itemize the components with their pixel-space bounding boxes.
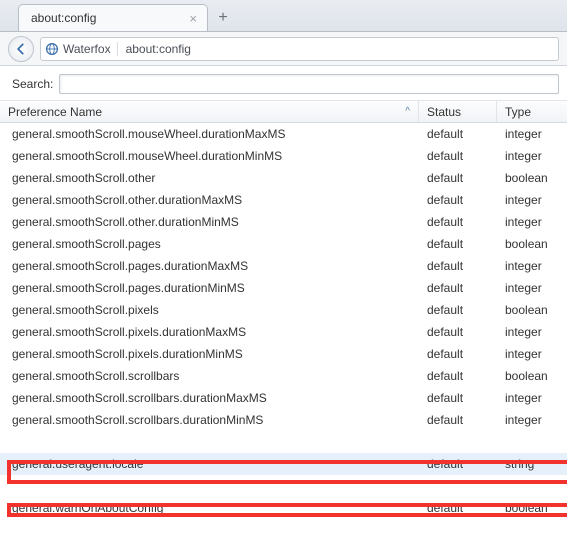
- table-row[interactable]: general.smoothScroll.pixelsdefaultboolea…: [0, 299, 567, 321]
- pref-type: integer: [497, 347, 567, 361]
- table-row[interactable]: general.smoothScroll.otherdefaultboolean: [0, 167, 567, 189]
- pref-name: general.smoothScroll.other.durationMaxMS: [0, 193, 419, 207]
- pref-type: integer: [497, 391, 567, 405]
- pref-name: general.smoothScroll.mouseWheel.duration…: [0, 127, 419, 141]
- pref-name: general.smoothScroll.pixels: [0, 303, 419, 317]
- pref-table: Preference Name ^ Status Type general.sm…: [0, 101, 567, 519]
- table-row[interactable]: general.smoothScroll.scrollbarsdefaultbo…: [0, 365, 567, 387]
- close-icon[interactable]: ×: [189, 12, 197, 25]
- table-row[interactable]: general.smoothScroll.pages.durationMinMS…: [0, 277, 567, 299]
- pref-status: default: [419, 347, 497, 361]
- sort-asc-icon: ^: [405, 106, 410, 117]
- site-identity[interactable]: Waterfox: [45, 42, 118, 56]
- pref-name: general.smoothScroll.pixels.durationMinM…: [0, 347, 419, 361]
- pref-type: boolean: [497, 303, 567, 317]
- pref-type: integer: [497, 281, 567, 295]
- pref-status: default: [419, 369, 497, 383]
- search-row: Search:: [0, 66, 567, 101]
- pref-status: default: [419, 127, 497, 141]
- pref-name: general.smoothScroll.mouseWheel.duration…: [0, 149, 419, 163]
- pref-status: default: [419, 501, 497, 515]
- url-text: about:config: [122, 42, 191, 56]
- pref-status: default: [419, 193, 497, 207]
- new-tab-button[interactable]: +: [210, 7, 236, 29]
- nav-bar: Waterfox about:config: [0, 32, 567, 66]
- table-row[interactable]: general.warnOnAboutConfigdefaultboolean: [0, 497, 567, 519]
- pref-type: integer: [497, 325, 567, 339]
- table-row[interactable]: general.smoothScroll.other.durationMinMS…: [0, 211, 567, 233]
- col-header-type[interactable]: Type: [497, 101, 567, 122]
- col-header-name[interactable]: Preference Name ^: [0, 101, 419, 122]
- table-row[interactable]: general.smoothScroll.scrollbars.duration…: [0, 387, 567, 409]
- pref-status: default: [419, 259, 497, 273]
- back-arrow-icon: [14, 42, 28, 56]
- pref-status: default: [419, 171, 497, 185]
- pref-status: default: [419, 215, 497, 229]
- table-row[interactable]: general.smoothScroll.pixels.durationMaxM…: [0, 321, 567, 343]
- pref-name: general.smoothScroll.scrollbars.duration…: [0, 391, 419, 405]
- pref-name: general.smoothScroll.other: [0, 171, 419, 185]
- globe-icon: [45, 42, 59, 56]
- pref-status: default: [419, 237, 497, 251]
- pref-name: general.warnOnAboutConfig: [0, 501, 419, 515]
- pref-type: boolean: [497, 171, 567, 185]
- table-row[interactable]: general.smoothScroll.pagesdefaultboolean: [0, 233, 567, 255]
- pref-name: general.useragent.locale: [0, 457, 419, 471]
- pref-status: default: [419, 325, 497, 339]
- pref-name: general.smoothScroll.other.durationMinMS: [0, 215, 419, 229]
- pref-type: string: [497, 457, 567, 471]
- table-row[interactable]: [0, 431, 567, 453]
- pref-status: default: [419, 413, 497, 427]
- table-row[interactable]: general.smoothScroll.other.durationMaxMS…: [0, 189, 567, 211]
- pref-type: boolean: [497, 237, 567, 251]
- table-row[interactable]: general.smoothScroll.mouseWheel.duration…: [0, 123, 567, 145]
- table-row[interactable]: general.smoothScroll.mouseWheel.duration…: [0, 145, 567, 167]
- back-button[interactable]: [8, 36, 34, 62]
- table-row[interactable]: general.smoothScroll.scrollbars.duration…: [0, 409, 567, 431]
- pref-name: general.smoothScroll.scrollbars: [0, 369, 419, 383]
- pref-type: boolean: [497, 501, 567, 515]
- pref-name: general.smoothScroll.pages: [0, 237, 419, 251]
- url-bar[interactable]: Waterfox about:config: [40, 37, 559, 61]
- pref-type: integer: [497, 413, 567, 427]
- table-header: Preference Name ^ Status Type: [0, 101, 567, 123]
- pref-status: default: [419, 303, 497, 317]
- table-row[interactable]: general.smoothScroll.pixels.durationMinM…: [0, 343, 567, 365]
- pref-name: general.smoothScroll.pages.durationMaxMS: [0, 259, 419, 273]
- pref-type: boolean: [497, 369, 567, 383]
- pref-name: general.smoothScroll.pixels.durationMaxM…: [0, 325, 419, 339]
- search-label: Search:: [12, 77, 53, 91]
- table-row[interactable]: [0, 475, 567, 497]
- tab-strip: about:config × +: [0, 0, 567, 32]
- pref-type: integer: [497, 215, 567, 229]
- browser-tab[interactable]: about:config ×: [18, 4, 208, 31]
- pref-name: general.smoothScroll.scrollbars.duration…: [0, 413, 419, 427]
- col-header-status[interactable]: Status: [419, 101, 497, 122]
- pref-status: default: [419, 149, 497, 163]
- pref-status: default: [419, 281, 497, 295]
- pref-status: default: [419, 457, 497, 471]
- search-input[interactable]: [59, 74, 559, 94]
- table-row[interactable]: general.smoothScroll.pages.durationMaxMS…: [0, 255, 567, 277]
- tab-title: about:config: [31, 11, 96, 25]
- pref-type: integer: [497, 149, 567, 163]
- identity-label: Waterfox: [63, 42, 111, 56]
- table-row[interactable]: general.useragent.localedefaultstring: [0, 453, 567, 475]
- pref-type: integer: [497, 193, 567, 207]
- pref-type: integer: [497, 127, 567, 141]
- pref-status: default: [419, 391, 497, 405]
- pref-name: general.smoothScroll.pages.durationMinMS: [0, 281, 419, 295]
- pref-type: integer: [497, 259, 567, 273]
